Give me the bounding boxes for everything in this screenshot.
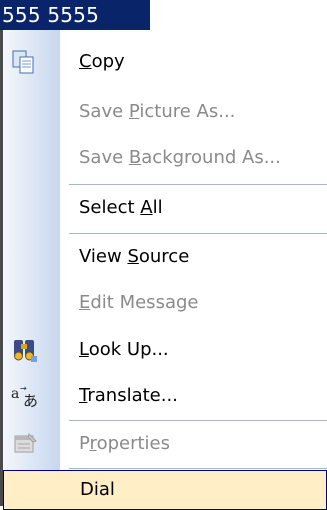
menu-item-label: View Source (79, 246, 190, 267)
copy-icon (11, 48, 39, 76)
menu-item-label: Look Up... (79, 339, 169, 360)
menu-item-properties: Properties (3, 422, 327, 466)
menu-item-label: Save Background As... (79, 147, 281, 168)
translate-icon: a → あ (11, 382, 39, 410)
menu-item-view-source[interactable]: View Source (3, 235, 327, 279)
menu-item-label: Translate... (79, 385, 178, 406)
research-binoculars-icon (11, 336, 39, 364)
menu-separator (69, 184, 327, 185)
menu-item-save-background-as: Save Background As... (3, 136, 327, 180)
menu-item-save-picture-as: Save Picture As... (3, 90, 327, 134)
menu-item-translate[interactable]: a → あ Translate... (3, 374, 327, 418)
svg-text:あ: あ (23, 392, 38, 410)
menu-separator (69, 233, 327, 234)
menu-item-copy[interactable]: Copy (3, 40, 327, 84)
svg-text:a: a (11, 386, 19, 402)
menu-item-label: Edit Message (79, 292, 199, 313)
menu-item-label: Save Picture As... (79, 101, 236, 122)
menu-separator (69, 468, 327, 469)
menu-item-edit-message: Edit Message (3, 281, 327, 325)
selected-phone-text: 555 5555 (0, 0, 150, 30)
context-menu: Copy Save Picture As... Save Background … (0, 30, 327, 510)
menu-item-select-all[interactable]: Select All (3, 186, 327, 230)
menu-item-label: Dial (80, 479, 115, 500)
menu-item-dial[interactable]: Dial (3, 470, 327, 510)
menu-item-label: Select All (79, 197, 163, 218)
properties-icon (11, 430, 39, 458)
menu-item-label: Properties (79, 433, 170, 454)
menu-separator (69, 420, 327, 421)
menu-item-look-up[interactable]: Look Up... (3, 328, 327, 372)
menu-item-label: Copy (79, 51, 125, 72)
